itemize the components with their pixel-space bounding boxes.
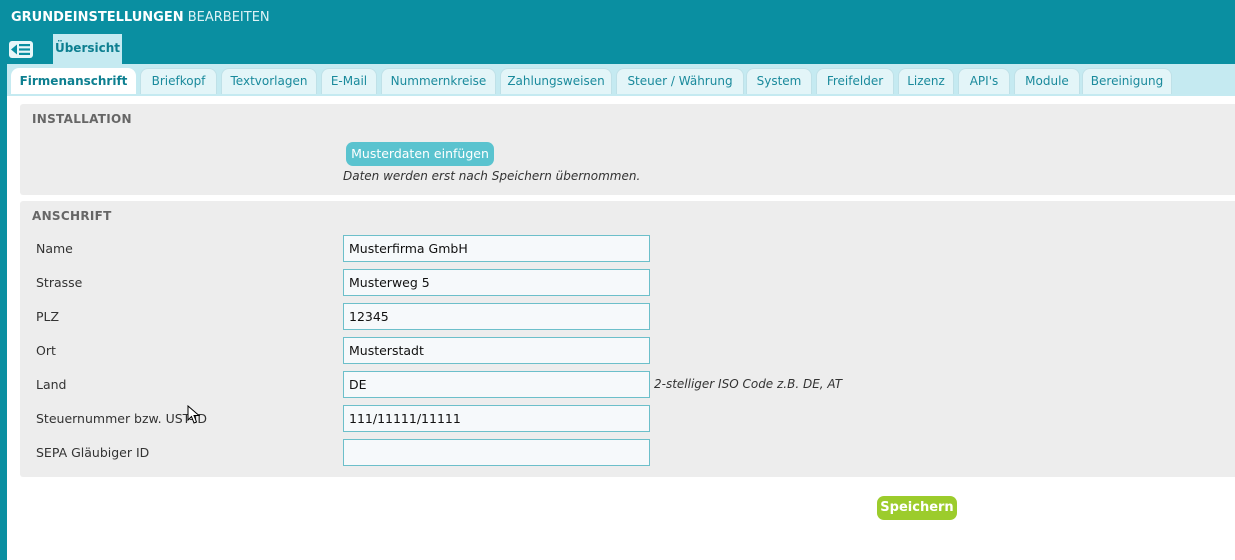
tab-email[interactable]: E-Mail — [321, 68, 377, 94]
mouse-cursor-icon — [187, 404, 201, 428]
tab-overview[interactable]: Übersicht — [53, 34, 122, 64]
street-label: Strasse — [36, 275, 83, 290]
page-title-sub: BEARBEITEN — [187, 10, 270, 25]
tab-zahlungsweisen[interactable]: Zahlungsweisen — [500, 68, 612, 94]
sepa-creditor-id-label: SEPA Gläubiger ID — [36, 445, 150, 460]
tab-freifelder[interactable]: Freifelder — [816, 68, 894, 94]
country-label: Land — [36, 377, 67, 392]
tab-lizenz[interactable]: Lizenz — [898, 68, 954, 94]
tax-number-field[interactable] — [343, 405, 650, 432]
tab-apis[interactable]: API's — [958, 68, 1010, 94]
back-menu-button[interactable] — [9, 41, 33, 58]
address-panel: ANSCHRIFT Name Strasse PLZ Ort Land 2-st… — [20, 201, 1235, 477]
address-title: ANSCHRIFT — [32, 209, 112, 223]
installation-panel: INSTALLATION Musterdaten einfügen Daten … — [20, 104, 1235, 195]
installation-note: Daten werden erst nach Speichern übernom… — [343, 169, 641, 183]
tab-system[interactable]: System — [746, 68, 812, 94]
tab-steuer-waehrung[interactable]: Steuer / Währung — [616, 68, 744, 94]
city-label: Ort — [36, 343, 56, 358]
page-title: GRUNDEINSTELLUNGEN BEARBEITEN — [11, 10, 270, 25]
street-field[interactable] — [343, 269, 650, 296]
country-field[interactable] — [343, 371, 650, 398]
save-button[interactable]: Speichern — [877, 496, 957, 520]
page-title-main: GRUNDEINSTELLUNGEN — [11, 10, 184, 25]
tax-number-label: Steuernummer bzw. UST-ID — [36, 411, 207, 426]
tab-textvorlagen[interactable]: Textvorlagen — [221, 68, 317, 94]
name-field[interactable] — [343, 235, 650, 262]
sepa-creditor-id-field[interactable] — [343, 439, 650, 466]
name-label: Name — [36, 241, 73, 256]
tab-firmenanschrift[interactable]: Firmenanschrift — [11, 68, 136, 94]
installation-title: INSTALLATION — [32, 112, 132, 126]
tab-briefkopf[interactable]: Briefkopf — [140, 68, 217, 94]
city-field[interactable] — [343, 337, 650, 364]
tab-bereinigung[interactable]: Bereinigung — [1082, 68, 1172, 94]
header-bar: GRUNDEINSTELLUNGEN BEARBEITEN Übersicht — [0, 0, 1235, 64]
zip-label: PLZ — [36, 309, 60, 324]
tab-module[interactable]: Module — [1014, 68, 1080, 94]
tab-nummernkreise[interactable]: Nummernkreise — [381, 68, 496, 94]
left-stripe — [0, 64, 7, 560]
zip-field[interactable] — [343, 303, 650, 330]
settings-tabbar: Firmenanschrift Briefkopf Textvorlagen E… — [7, 64, 1235, 96]
insert-sample-data-button[interactable]: Musterdaten einfügen — [346, 142, 494, 166]
country-hint: 2-stelliger ISO Code z.B. DE, AT — [654, 377, 843, 391]
